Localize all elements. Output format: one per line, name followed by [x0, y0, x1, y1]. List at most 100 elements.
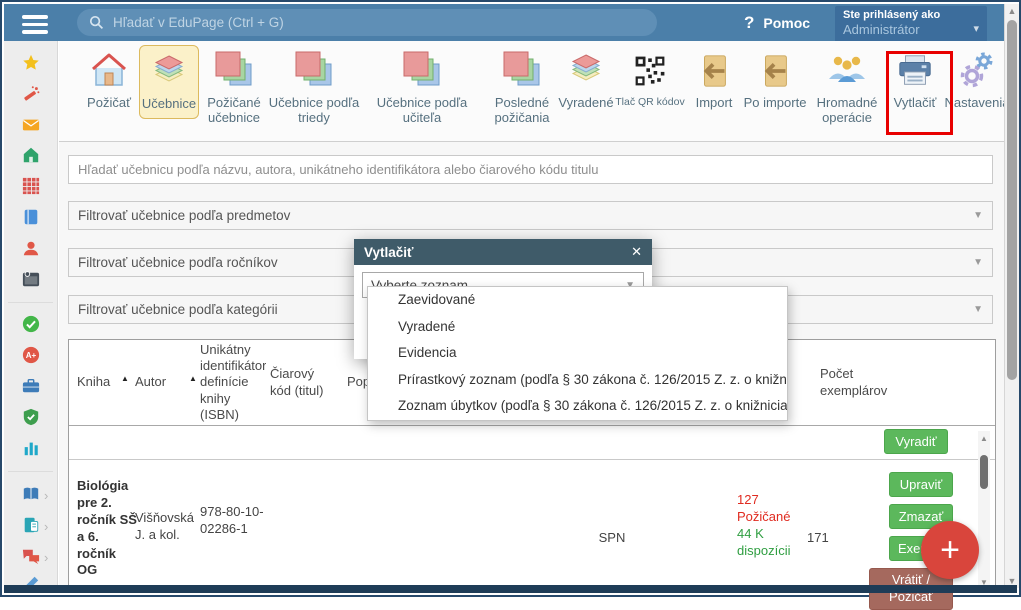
magic-wand-icon	[22, 85, 40, 103]
book-title: Biológia pre 2. ročník SŠ a 6. ročník OG	[77, 478, 139, 579]
table-row: Vyradiť	[69, 426, 995, 460]
sidebar-item-students[interactable]	[22, 239, 40, 257]
option-zoznam-ubytkov[interactable]: Zoznam úbytkov (podľa § 30 zákona č. 126…	[368, 393, 787, 420]
search-icon	[89, 15, 104, 30]
library-toolbar: Požičať Učebnice Požičané učebnice Učebn…	[59, 41, 1004, 142]
add-button[interactable]: +	[921, 521, 979, 579]
sidebar-item-classbook[interactable]	[22, 208, 40, 226]
sidebar-item-attendance[interactable]	[22, 315, 40, 333]
sidebar: A+ › › ›	[4, 41, 58, 589]
option-evidencia[interactable]: Evidencia	[368, 340, 787, 367]
col-header-isbn[interactable]: Unikátny identifikátor definície knihy (…	[200, 340, 266, 425]
chevron-right-icon[interactable]: ›	[44, 550, 48, 565]
close-icon[interactable]: ✕	[631, 244, 642, 260]
filter-categories-label: Filtrovať učebnice podľa kategórii	[78, 302, 278, 317]
annotation-highlight-box	[886, 51, 953, 135]
chat-bubbles-icon	[22, 547, 40, 565]
sidebar-item-messages[interactable]	[22, 116, 40, 134]
check-circle-icon	[22, 315, 40, 333]
svg-text:A+: A+	[25, 351, 36, 360]
app-window: Hľadať v EduPage (Ctrl + G) ? Pomoc Ste …	[0, 0, 1021, 597]
topbar: Hľadať v EduPage (Ctrl + G) ? Pomoc Ste …	[4, 4, 1004, 41]
scroll-up-icon[interactable]: ▲	[1005, 6, 1019, 16]
sidebar-item-wizard[interactable]	[22, 85, 40, 103]
documents-icon	[22, 516, 40, 534]
chevron-down-icon: ▼	[973, 304, 983, 315]
sidebar-item-favorites[interactable]	[22, 54, 40, 72]
available-count: 44 K dispozícii	[737, 526, 799, 560]
qr-code-icon	[632, 53, 668, 89]
chevron-down-icon: ▼	[973, 210, 983, 221]
global-search-input[interactable]: Hľadať v EduPage (Ctrl + G)	[77, 9, 657, 36]
sidebar-item-calendar[interactable]	[22, 270, 40, 288]
star-icon	[22, 54, 40, 72]
sidebar-item-timetable[interactable]	[22, 177, 40, 195]
filter-subjects-select[interactable]: Filtrovať učebnice podľa predmetov ▼	[68, 201, 993, 230]
col-header-ciarovy-kod[interactable]: Čiarový kód (titul)	[270, 340, 332, 425]
people-group-icon	[827, 51, 867, 91]
col-header-autor[interactable]: Autor	[135, 340, 187, 425]
mail-icon	[22, 116, 40, 134]
chevron-down-icon: ▾	[973, 22, 979, 35]
toolbar-item-ucebnice-podla-triedy[interactable]: Učebnice podľa triedy	[263, 48, 365, 126]
book-publisher: SPN	[557, 530, 667, 547]
page-scrollbar-thumb[interactable]	[1007, 20, 1017, 380]
gears-icon	[957, 51, 997, 91]
borrowed-count: 127 Požičané	[737, 492, 799, 526]
book-author: Višňovská J. a kol.	[135, 510, 199, 544]
layers-icon	[148, 52, 190, 92]
help-button[interactable]: ? Pomoc	[744, 4, 810, 41]
book-isbn: 978-80-10-02286-1	[200, 504, 270, 538]
sidebar-item-reports[interactable]	[22, 439, 40, 457]
sidebar-divider	[8, 302, 53, 303]
stacked-squares-icon	[294, 51, 334, 91]
print-dialog-header: Vytlačiť ✕	[354, 239, 652, 265]
stacked-squares-icon	[214, 51, 254, 91]
sidebar-item-agenda[interactable]	[22, 377, 40, 395]
notebook-icon	[22, 208, 40, 226]
option-vyradene[interactable]: Vyradené	[368, 314, 787, 341]
scroll-up-icon[interactable]: ▲	[978, 434, 990, 443]
hamburger-menu-icon[interactable]	[22, 15, 48, 31]
calendar-clock-icon	[22, 270, 40, 288]
copies-count: 171	[807, 530, 857, 547]
house-borrow-icon	[89, 51, 129, 91]
filter-subjects-label: Filtrovať učebnice podľa predmetov	[78, 208, 290, 223]
sort-asc-icon[interactable]: ▲	[189, 374, 197, 383]
chevron-right-icon[interactable]: ›	[44, 488, 48, 503]
person-icon	[22, 239, 40, 257]
stacked-squares-icon	[502, 51, 542, 91]
edit-button[interactable]: Upraviť	[889, 472, 953, 497]
global-search-placeholder: Hľadať v EduPage (Ctrl + G)	[113, 15, 284, 30]
user-menu-caption: Ste prihlásený ako	[843, 9, 979, 21]
library-book-icon	[22, 485, 40, 503]
table-scrollbar[interactable]: ▲ ▼	[978, 431, 990, 590]
chevron-down-icon: ▼	[973, 257, 983, 268]
page-scrollbar[interactable]: ▲ ▼	[1004, 4, 1019, 588]
textbook-search-input[interactable]	[68, 155, 993, 184]
sidebar-item-admin[interactable]	[22, 408, 40, 426]
sidebar-item-grades[interactable]: A+	[22, 346, 40, 364]
grades-icon: A+	[22, 346, 40, 364]
option-zaevidovane[interactable]: Zaevidované	[368, 287, 787, 314]
discard-button[interactable]: Vyradiť	[884, 429, 948, 454]
table-scrollbar-thumb[interactable]	[980, 455, 988, 489]
home-icon	[22, 146, 40, 164]
sidebar-item-library[interactable]	[22, 485, 40, 503]
filter-grades-label: Filtrovať učebnice podľa ročníkov	[78, 255, 278, 270]
sidebar-divider	[8, 471, 53, 472]
sidebar-item-documents[interactable]	[22, 516, 40, 534]
col-header-pocet-exemplarov[interactable]: Počet exemplárov	[820, 340, 892, 425]
help-icon: ?	[744, 13, 754, 33]
bar-chart-icon	[22, 439, 40, 457]
sort-asc-icon[interactable]: ▲	[121, 374, 129, 383]
sidebar-item-home[interactable]	[22, 146, 40, 164]
option-prirastkovy-zoznam[interactable]: Prírastkový zoznam (podľa § 30 zákona č.…	[368, 367, 787, 394]
toolbar-item-ucebnice-podla-ucitela[interactable]: Učebnice podľa učiteľa	[371, 48, 473, 126]
import-door-icon	[756, 52, 794, 90]
user-menu[interactable]: Ste prihlásený ako Administrátor ▾	[835, 6, 987, 42]
briefcase-icon	[22, 377, 40, 395]
sidebar-item-chat[interactable]	[22, 547, 40, 565]
list-select-dropdown: Zaevidované Vyradené Evidencia Prírastko…	[367, 286, 788, 421]
chevron-right-icon[interactable]: ›	[44, 519, 48, 534]
